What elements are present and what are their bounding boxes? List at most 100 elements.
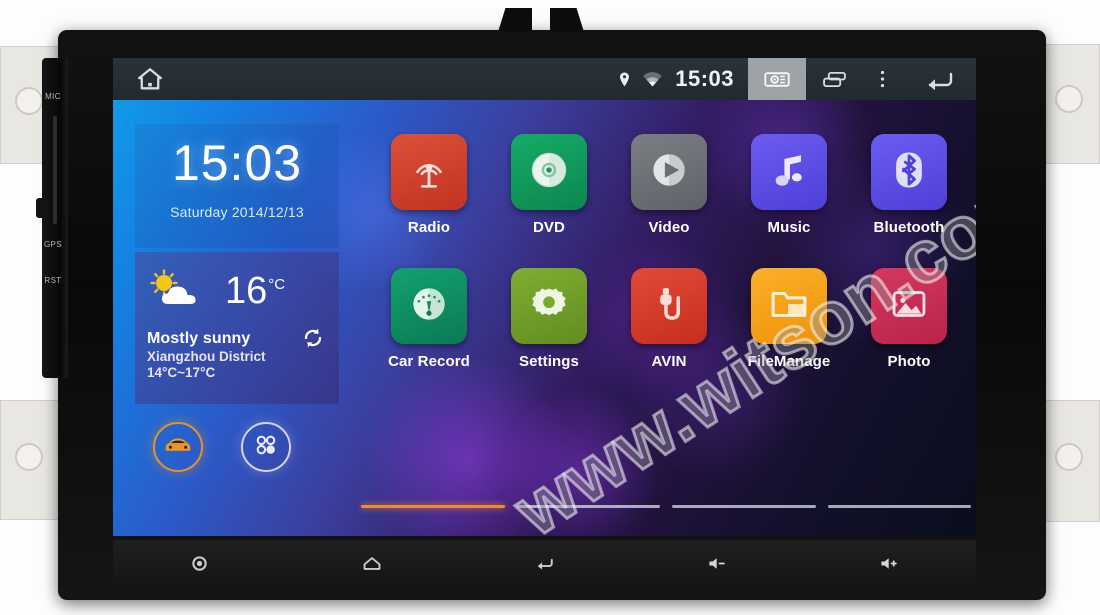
page-indicator-dot[interactable] [827, 505, 971, 508]
home-icon[interactable] [137, 66, 163, 92]
apps-grid-icon [254, 433, 278, 462]
all-apps-button[interactable] [241, 422, 291, 472]
folder-icon [767, 282, 811, 331]
top-mount-tab-right [550, 8, 584, 32]
app-label: Settings [519, 353, 579, 370]
app-label: Bluetooth [873, 219, 945, 236]
image-icon [887, 282, 931, 331]
quick-button-row [135, 422, 339, 472]
app-tile [871, 268, 947, 344]
volume-down-button[interactable] [631, 540, 804, 592]
music-note-icon [766, 147, 812, 198]
clock-date: Saturday 2014/12/13 [170, 204, 304, 220]
bracket-screw-hole [1055, 443, 1083, 471]
head-unit-chassis: MIC GPS RST 15:03 15:03 Saturday 2014/12… [36, 8, 1046, 600]
app-label: DVD [533, 219, 565, 236]
camera-icon[interactable] [748, 58, 806, 100]
refresh-icon[interactable] [301, 326, 325, 355]
app-tile [391, 268, 467, 344]
app-tile [631, 134, 707, 210]
status-bar: 15:03 [113, 58, 976, 100]
back-arrow-icon [534, 556, 555, 576]
page-indicator-dot[interactable] [361, 505, 505, 508]
app-car-record[interactable]: Car Record [374, 268, 484, 370]
bracket-screw-hole [15, 87, 43, 115]
app-tile [511, 268, 587, 344]
app-file-manager[interactable]: FileManage [734, 268, 844, 370]
app-avin[interactable]: AVIN [614, 268, 724, 370]
clock-time: 15:03 [171, 135, 303, 191]
app-tile [511, 134, 587, 210]
rail-label-rst: RST [44, 276, 62, 285]
weather-temp-value: 16 [225, 269, 268, 312]
bluetooth-icon [886, 147, 932, 198]
gear-icon [527, 282, 571, 331]
app-label: Car Record [388, 353, 470, 370]
widget-column: 15:03 Saturday 2014/12/13 16°C Mostly su… [135, 124, 339, 492]
app-tile [751, 134, 827, 210]
app-tile [391, 134, 467, 210]
app-bluetooth[interactable]: Bluetooth [854, 134, 964, 236]
app-grid: Radio DVD Video Music Bluetooth Car Reco… [369, 134, 969, 370]
overflow-menu-icon[interactable] [862, 68, 902, 90]
screenshot-root: MIC GPS RST 15:03 15:03 Saturday 2014/12… [0, 0, 1100, 615]
rail-label-gps: GPS [43, 240, 63, 249]
status-bar-clock: 15:03 [675, 66, 734, 91]
app-tile [751, 268, 827, 344]
bracket-screw-hole [1055, 85, 1083, 113]
app-tile [631, 268, 707, 344]
app-label: FileManage [747, 353, 831, 370]
page-indicator-dot[interactable] [672, 505, 816, 508]
car-mode-button[interactable] [153, 422, 203, 472]
play-circle-icon [646, 147, 692, 198]
rail-nub [36, 198, 46, 218]
mounting-bracket-left-lower [0, 400, 66, 520]
page-indicator [361, 505, 971, 508]
app-photo[interactable]: Photo [854, 268, 964, 370]
app-label: Music [767, 219, 811, 236]
recents-icon[interactable] [806, 70, 862, 89]
side-connector-rail: MIC GPS RST [36, 58, 68, 378]
weather-temperature: 16°C [225, 270, 285, 313]
sun-behind-cloud-icon [147, 268, 203, 315]
volume-up-button[interactable] [803, 540, 976, 592]
bracket-screw-hole [15, 443, 43, 471]
status-bar-right-group: 15:03 [611, 58, 976, 100]
clock-widget[interactable]: 15:03 Saturday 2014/12/13 [135, 124, 339, 248]
app-music[interactable]: Music [734, 134, 844, 236]
weather-condition: Mostly sunny [147, 330, 251, 347]
location-pin-icon [611, 71, 637, 88]
app-label: Radio [407, 219, 451, 236]
radio-antenna-icon [405, 146, 453, 199]
app-label: Photo [887, 353, 931, 370]
hardware-button-bar [113, 540, 976, 592]
back-button[interactable] [458, 540, 631, 592]
rail-label-mic: MIC [45, 92, 61, 101]
av-plug-icon [647, 282, 691, 331]
app-radio[interactable]: Radio [374, 134, 484, 236]
home-outline-icon [362, 556, 382, 576]
back-arrow-icon[interactable] [902, 68, 976, 90]
weather-temp-unit: °C [268, 275, 286, 293]
app-settings[interactable]: Settings [494, 268, 604, 370]
display-screen: 15:03 15:03 Saturday 2014/12/13 16°C Mos… [113, 58, 976, 536]
app-label: Video [648, 219, 690, 236]
volume-up-icon [879, 556, 900, 576]
app-video[interactable]: Video [614, 134, 724, 236]
weather-summary-row: 16°C [147, 262, 327, 320]
gauge-icon [406, 281, 452, 332]
top-mount-tab-left [498, 8, 532, 32]
sd-card-slot[interactable] [53, 116, 57, 224]
page-indicator-dot[interactable] [516, 505, 660, 508]
app-dvd[interactable]: DVD [494, 134, 604, 236]
power-button[interactable] [113, 540, 286, 592]
weather-location-range: Xiangzhou District 14°C~17°C [147, 349, 266, 381]
app-tile [871, 134, 947, 210]
weather-widget[interactable]: 16°C Mostly sunny Xiangzhou District 14°… [135, 252, 339, 404]
app-label: AVIN [651, 353, 687, 370]
power-circle-icon [191, 555, 208, 577]
volume-down-icon [707, 556, 728, 576]
home-button[interactable] [286, 540, 459, 592]
wifi-icon [637, 70, 667, 88]
disc-icon [526, 147, 572, 198]
